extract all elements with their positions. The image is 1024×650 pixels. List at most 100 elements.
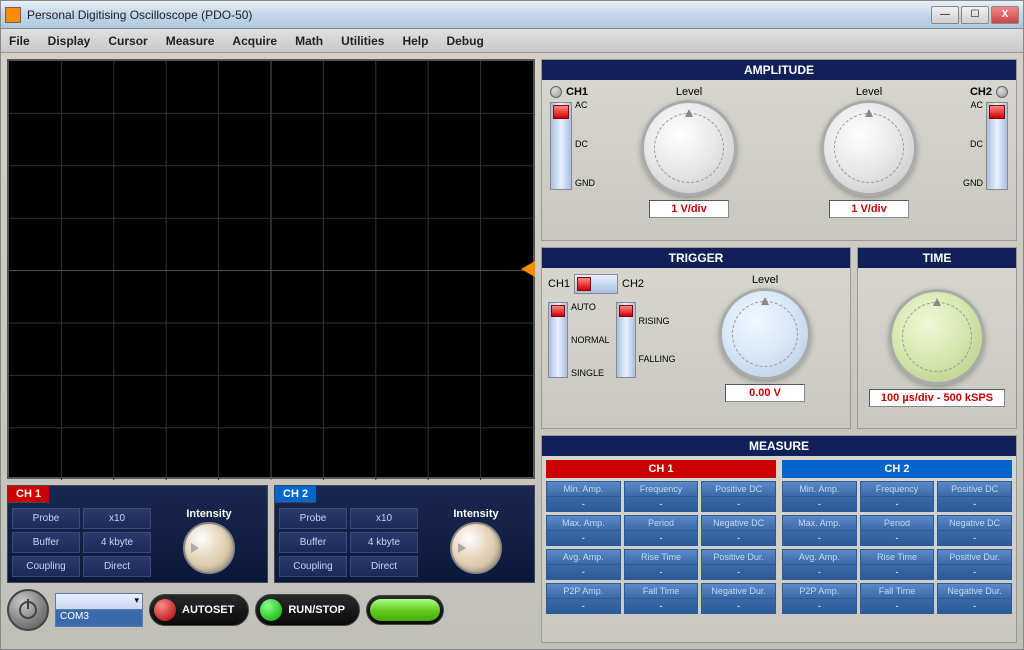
menu-measure[interactable]: Measure bbox=[166, 34, 215, 48]
trigger-panel: TRIGGER CH1 CH2 AUTONORMALSI bbox=[541, 247, 851, 429]
measure-cell: Rise Time- bbox=[860, 549, 935, 580]
trig-rising-label: RISING bbox=[639, 316, 676, 326]
measure-value: - bbox=[782, 531, 857, 546]
measure-value: - bbox=[701, 565, 776, 580]
port-value[interactable]: COM3 bbox=[55, 610, 143, 627]
ch2-level-knob[interactable] bbox=[821, 100, 917, 196]
trigger-title: TRIGGER bbox=[542, 248, 850, 268]
ch2-coupling-value[interactable]: Direct bbox=[350, 556, 418, 577]
power-button[interactable] bbox=[7, 589, 49, 631]
autoset-led-icon bbox=[154, 599, 176, 621]
measure-cell: P2P Amp.- bbox=[782, 583, 857, 614]
ch1-title: CH 1 bbox=[8, 486, 49, 503]
measure-value: - bbox=[937, 599, 1012, 614]
port-combo[interactable]: COM3 bbox=[55, 593, 143, 627]
menu-display[interactable]: Display bbox=[48, 34, 91, 48]
ch2-title: CH 2 bbox=[275, 486, 316, 503]
menu-acquire[interactable]: Acquire bbox=[232, 34, 277, 48]
trig-auto-label: AUTO bbox=[571, 302, 610, 312]
amp-ac-label: AC bbox=[575, 100, 595, 110]
ch1-probe-button[interactable]: Probe bbox=[12, 508, 80, 529]
ch1-buffer-button[interactable]: Buffer bbox=[12, 532, 80, 553]
runstop-label: RUN/STOP bbox=[288, 604, 345, 616]
measure-value: - bbox=[860, 497, 935, 512]
ch1-probe-value[interactable]: x10 bbox=[83, 508, 151, 529]
ch2-coupling-button[interactable]: Coupling bbox=[279, 556, 347, 577]
trig-level-label: Level bbox=[752, 274, 778, 286]
app-window: Personal Digitising Oscilloscope (PDO-50… bbox=[0, 0, 1024, 650]
trigger-mode-slider[interactable] bbox=[548, 302, 568, 378]
runstop-button[interactable]: RUN/STOP bbox=[255, 594, 360, 626]
measure-value: - bbox=[782, 565, 857, 580]
autoset-button[interactable]: AUTOSET bbox=[149, 594, 249, 626]
measure-cell: Fall Time- bbox=[860, 583, 935, 614]
measure-value: - bbox=[624, 565, 699, 580]
measure-label: Frequency bbox=[624, 481, 699, 497]
app-icon bbox=[5, 7, 21, 23]
trigger-source-switch[interactable] bbox=[574, 274, 618, 294]
ch2-intensity-knob[interactable] bbox=[450, 522, 502, 574]
ch2-panel: CH 2 Probe x10 Buffer 4 kbyte Coupling D… bbox=[274, 485, 535, 583]
ch1-coupling-slider[interactable] bbox=[550, 102, 572, 190]
amp-gnd-label2: GND bbox=[963, 178, 983, 188]
measure-value: - bbox=[782, 497, 857, 512]
measure-cell: Frequency- bbox=[624, 481, 699, 512]
minimize-button[interactable]: — bbox=[931, 6, 959, 24]
measure-cell: Rise Time- bbox=[624, 549, 699, 580]
ch2-probe-value[interactable]: x10 bbox=[350, 508, 418, 529]
ch2-led-icon bbox=[996, 86, 1008, 98]
ch1-coupling-value[interactable]: Direct bbox=[83, 556, 151, 577]
ch1-coupling-button[interactable]: Coupling bbox=[12, 556, 80, 577]
measure-label: Rise Time bbox=[624, 549, 699, 565]
measure-value: - bbox=[546, 497, 621, 512]
measure-value: - bbox=[624, 497, 699, 512]
trigger-edge-slider[interactable] bbox=[616, 302, 636, 378]
measure-ch2-title: CH 2 bbox=[782, 460, 1012, 478]
measure-label: Fall Time bbox=[624, 583, 699, 599]
ch2-buffer-button[interactable]: Buffer bbox=[279, 532, 347, 553]
window-title: Personal Digitising Oscilloscope (PDO-50… bbox=[27, 8, 931, 22]
ch1-buffer-value[interactable]: 4 kbyte bbox=[83, 532, 151, 553]
measure-cell: Min. Amp.- bbox=[546, 481, 621, 512]
measure-label: Max. Amp. bbox=[546, 515, 621, 531]
measure-label: Fall Time bbox=[860, 583, 935, 599]
ch1-panel: CH 1 Probe x10 Buffer 4 kbyte Coupling D… bbox=[7, 485, 268, 583]
measure-label: Period bbox=[624, 515, 699, 531]
ch2-buffer-value[interactable]: 4 kbyte bbox=[350, 532, 418, 553]
ch2-probe-button[interactable]: Probe bbox=[279, 508, 347, 529]
measure-cell: Negative Dur.- bbox=[937, 583, 1012, 614]
runstop-led-icon bbox=[260, 599, 282, 621]
ch2-coupling-slider[interactable] bbox=[986, 102, 1008, 190]
measure-label: Max. Amp. bbox=[782, 515, 857, 531]
menu-help[interactable]: Help bbox=[402, 34, 428, 48]
close-button[interactable]: X bbox=[991, 6, 1019, 24]
amp-level2-label: Level bbox=[856, 86, 882, 98]
measure-label: Frequency bbox=[860, 481, 935, 497]
amplitude-panel: AMPLITUDE CH1 ACDCGND Level 1 V/div bbox=[541, 59, 1017, 241]
battery-indicator bbox=[366, 595, 444, 625]
measure-value: - bbox=[546, 531, 621, 546]
measure-value: - bbox=[701, 497, 776, 512]
maximize-button[interactable]: ☐ bbox=[961, 6, 989, 24]
measure-label: Negative DC bbox=[937, 515, 1012, 531]
ch2-intensity-label: Intensity bbox=[422, 508, 530, 520]
amp-ch2-label: CH2 bbox=[970, 86, 992, 98]
timebase-readout: 100 µs/div - 500 kSPS bbox=[869, 389, 1005, 407]
oscilloscope-display[interactable] bbox=[7, 59, 535, 479]
menu-file[interactable]: File bbox=[9, 34, 30, 48]
ch1-intensity-knob[interactable] bbox=[183, 522, 235, 574]
menu-cursor[interactable]: Cursor bbox=[108, 34, 147, 48]
trigger-level-knob[interactable] bbox=[719, 288, 811, 380]
measure-label: Min. Amp. bbox=[546, 481, 621, 497]
amp-dc-label2: DC bbox=[963, 139, 983, 149]
measure-cell: Negative DC- bbox=[937, 515, 1012, 546]
timebase-knob[interactable] bbox=[889, 289, 985, 385]
menu-math[interactable]: Math bbox=[295, 34, 323, 48]
menu-utilities[interactable]: Utilities bbox=[341, 34, 384, 48]
menu-debug[interactable]: Debug bbox=[446, 34, 483, 48]
measure-value: - bbox=[546, 599, 621, 614]
menubar: File Display Cursor Measure Acquire Math… bbox=[1, 29, 1023, 53]
ch1-level-knob[interactable] bbox=[641, 100, 737, 196]
measure-cell: Positive Dur.- bbox=[701, 549, 776, 580]
measure-panel: MEASURE CH 1 Min. Amp.-Frequency-Positiv… bbox=[541, 435, 1017, 643]
